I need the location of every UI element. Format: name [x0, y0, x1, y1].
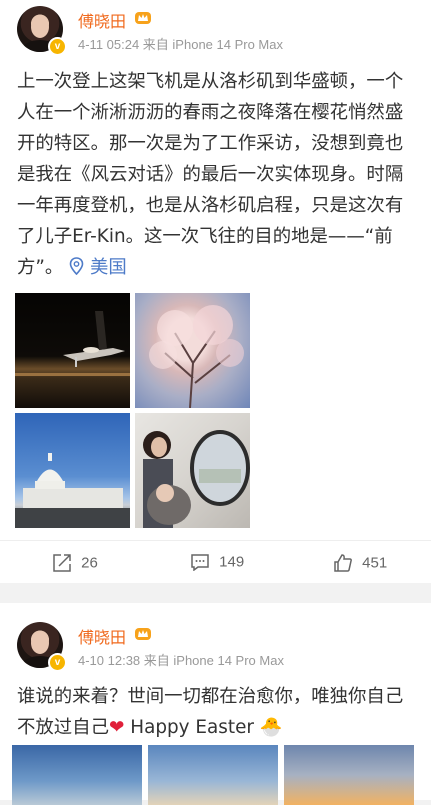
- verified-badge-icon: v: [48, 37, 67, 56]
- location-pin-icon: [69, 257, 84, 275]
- comment-button[interactable]: 149: [190, 553, 245, 572]
- photo-airplane-night[interactable]: [15, 293, 130, 408]
- repost-button[interactable]: 26: [52, 553, 98, 573]
- like-button[interactable]: 451: [333, 553, 387, 573]
- author-name[interactable]: 傅晓田: [78, 624, 126, 648]
- post-text: 上一次登上这架飞机是从洛杉矶到华盛顿，一个人在一个淅淅沥沥的春雨之夜降落在樱花悄…: [17, 66, 417, 283]
- airplane-icon: [15, 311, 130, 376]
- post-header: v 傅晓田 4-11 05:24 来自 iPhone 14 Pro Max: [0, 0, 431, 60]
- vip-crown-icon: [135, 628, 151, 640]
- author-name[interactable]: 傅晓田: [78, 8, 126, 32]
- like-count: 451: [362, 554, 388, 572]
- comment-count: 149: [219, 553, 245, 571]
- photo-mother-baby-window[interactable]: [135, 413, 250, 528]
- thumbs-up-icon: [334, 554, 352, 572]
- post-actions: 26 149 451: [0, 540, 431, 584]
- repost-icon: [53, 554, 71, 572]
- post-text: 谁说的来着？世间一切都在治愈你，唯独你自己不放过自己❤ Happy Easter…: [17, 681, 417, 743]
- photo-capitol-building[interactable]: [15, 413, 130, 528]
- location-label: 美国: [90, 257, 127, 278]
- post-header: v 傅晓田 4-10 12:38 来自 iPhone 14 Pro Max: [0, 616, 431, 676]
- post-body-end: Happy Easter: [124, 717, 254, 738]
- post-meta: 4-11 05:24 来自 iPhone 14 Pro Max: [78, 37, 283, 52]
- capitol-icon: [15, 453, 130, 528]
- tree-icon: [149, 305, 244, 408]
- heart-emoji-icon: ❤: [108, 717, 125, 738]
- avatar-face: [31, 16, 49, 38]
- location-link[interactable]: 美国: [69, 257, 127, 278]
- window-icon: [143, 430, 250, 528]
- photo-sky-2[interactable]: [148, 745, 278, 805]
- verified-badge-icon: v: [48, 653, 67, 672]
- photo-cherry-blossom[interactable]: [135, 293, 250, 408]
- comment-icon: [191, 554, 209, 572]
- weibo-post-1: v 傅晓田 4-11 05:24 来自 iPhone 14 Pro Max 上一…: [0, 0, 431, 583]
- photo-sky-1[interactable]: [12, 745, 142, 805]
- avatar-face: [31, 632, 49, 654]
- post-body: 上一次登上这架飞机是从洛杉矶到华盛顿，一个人在一个淅淅沥沥的春雨之夜降落在樱花悄…: [17, 71, 404, 278]
- vip-crown-icon: [135, 12, 151, 24]
- post-separator: [0, 583, 431, 603]
- chick-emoji-icon: 🐣: [259, 717, 283, 738]
- post-meta: 4-10 12:38 来自 iPhone 14 Pro Max: [78, 653, 284, 668]
- photo-sky-3[interactable]: [284, 745, 414, 805]
- repost-count: 26: [81, 554, 98, 572]
